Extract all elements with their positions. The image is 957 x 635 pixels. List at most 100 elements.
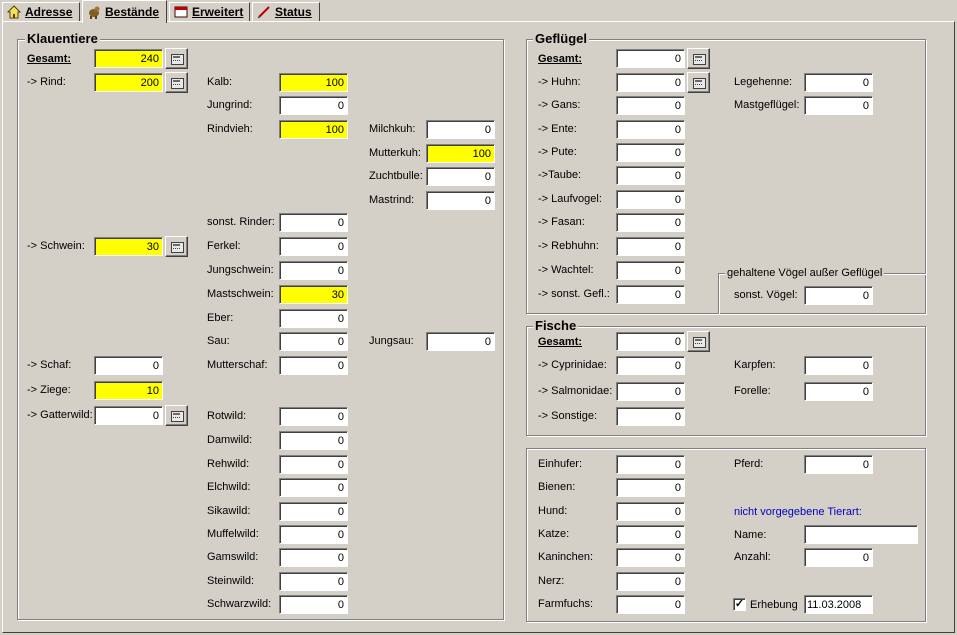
huhn-calc-button[interactable] [687, 72, 710, 93]
rind-calc-button[interactable] [165, 72, 188, 93]
tab-bestaende-label: Bestände [105, 5, 160, 19]
sonstige-item-input[interactable]: 0 [616, 455, 685, 474]
gefluegel-item-input[interactable]: 0 [616, 285, 685, 304]
schaf-input[interactable]: 0 [94, 356, 163, 375]
zuchtbulle-input[interactable]: 0 [426, 167, 495, 186]
gefluegel-item-input[interactable]: 0 [616, 237, 685, 256]
sonstige-item-input[interactable]: 0 [616, 478, 685, 497]
gefluegel-item-input[interactable]: 0 [616, 96, 685, 115]
klauentiere-title: Klauentiere [25, 31, 100, 46]
wild-input[interactable]: 0 [279, 572, 348, 591]
sonst-rinder-label: sonst. Rinder: [207, 216, 275, 228]
pferd-input[interactable]: 0 [804, 455, 873, 474]
legehenne-input[interactable]: 0 [804, 73, 873, 92]
gefluegel-item-input[interactable]: 0 [616, 213, 685, 232]
jungschwein-input[interactable]: 0 [279, 261, 348, 280]
gefluegel-item-input[interactable]: 0 [616, 190, 685, 209]
name-input[interactable] [804, 525, 918, 544]
milchkuh-input[interactable]: 0 [426, 120, 495, 139]
sonstige-item-input[interactable]: 0 [616, 525, 685, 544]
erhebung-label: Erhebung [750, 599, 798, 611]
anzahl-input[interactable]: 0 [804, 548, 873, 567]
karpfen-label: Karpfen: [734, 359, 776, 371]
wild-label: Schwarzwild: [207, 598, 272, 610]
calculator-icon [693, 78, 706, 89]
window-icon [174, 5, 188, 19]
sonstige-item-label: Hund: [538, 505, 568, 517]
mastrind-input[interactable]: 0 [426, 191, 495, 210]
klauentiere-gesamt-input[interactable]: 240 [94, 49, 163, 68]
eber-input[interactable]: 0 [279, 309, 348, 328]
schaf-label: -> Schaf: [27, 359, 72, 371]
rind-input[interactable]: 200 [94, 73, 163, 92]
sonstige-item-input[interactable]: 0 [616, 595, 685, 614]
gefluegel-item-input[interactable]: 0 [616, 261, 685, 280]
tab-erweitert-label: Erweitert [192, 5, 244, 19]
mastgefluegel-input[interactable]: 0 [804, 96, 873, 115]
forelle-input[interactable]: 0 [804, 382, 873, 401]
wild-label: Rotwild: [207, 410, 247, 422]
sonstige-item-label: Farmfuchs: [538, 598, 594, 610]
forelle-label: Forelle: [734, 385, 771, 397]
wild-input[interactable]: 0 [279, 502, 348, 521]
rindvieh-label: Rindvieh: [207, 123, 253, 135]
mastschwein-input[interactable]: 30 [279, 285, 348, 304]
jungrind-input[interactable]: 0 [279, 96, 348, 115]
fische-sonstige-input[interactable]: 0 [616, 407, 685, 426]
sonstige-item-input[interactable]: 0 [616, 548, 685, 567]
gefluegel-item-input[interactable]: 0 [616, 143, 685, 162]
erhebung-date-input[interactable]: 11.03.2008 [804, 595, 873, 614]
sonstige-item-label: Einhufer: [538, 458, 583, 470]
tab-bestaende[interactable]: Bestände [82, 0, 167, 23]
tab-erweitert[interactable]: Erweitert [169, 2, 250, 21]
jungsau-input[interactable]: 0 [426, 332, 495, 351]
mutterschaf-input[interactable]: 0 [279, 356, 348, 375]
erhebung-checkbox[interactable]: ✓ [733, 598, 746, 611]
tab-adresse[interactable]: Adresse [2, 2, 80, 21]
schwein-input[interactable]: 30 [94, 237, 163, 256]
mastgefluegel-label: Mastgeflügel: [734, 99, 800, 111]
gefluegel-item-input[interactable]: 0 [616, 120, 685, 139]
gefluegel-item-input[interactable]: 0 [616, 73, 685, 92]
wild-input[interactable]: 0 [279, 431, 348, 450]
wild-input[interactable]: 0 [279, 595, 348, 614]
fische-gesamt-input[interactable]: 0 [616, 332, 685, 351]
milchkuh-label: Milchkuh: [369, 123, 416, 135]
ziege-input[interactable]: 10 [94, 381, 163, 400]
ziege-label: -> Ziege: [27, 384, 71, 396]
sonstige-item-label: Nerz: [538, 575, 565, 587]
fische-gesamt-calc-button[interactable] [687, 331, 710, 352]
salmonidae-label: -> Salmonidae: [538, 385, 613, 397]
sonst-voegel-input[interactable]: 0 [804, 286, 873, 305]
wild-input[interactable]: 0 [279, 478, 348, 497]
sau-input[interactable]: 0 [279, 332, 348, 351]
sonstige-item-input[interactable]: 0 [616, 572, 685, 591]
ferkel-input[interactable]: 0 [279, 237, 348, 256]
gefluegel-item-label: -> Laufvogel: [538, 193, 602, 205]
klauentiere-gesamt-calc-button[interactable] [165, 48, 188, 69]
wild-input[interactable]: 0 [279, 525, 348, 544]
karpfen-input[interactable]: 0 [804, 356, 873, 375]
schwein-label: -> Schwein: [27, 240, 85, 252]
salmonidae-input[interactable]: 0 [616, 382, 685, 401]
schwein-calc-button[interactable] [165, 236, 188, 257]
sonstige-item-input[interactable]: 0 [616, 502, 685, 521]
gefluegel-gesamt-calc-button[interactable] [687, 48, 710, 69]
gefluegel-item-label: ->Taube: [538, 169, 582, 181]
rindvieh-input[interactable]: 100 [279, 120, 348, 139]
gatterwild-calc-button[interactable] [165, 405, 188, 426]
gefluegel-item-input[interactable]: 0 [616, 166, 685, 185]
kalb-input[interactable]: 100 [279, 73, 348, 92]
wild-input[interactable]: 0 [279, 407, 348, 426]
tab-status[interactable]: Status [252, 2, 320, 21]
sonst-voegel-label: sonst. Vögel: [734, 289, 798, 301]
gefluegel-gesamt-input[interactable]: 0 [616, 49, 685, 68]
voegel-title: gehaltene Vögel außer Geflügel [725, 267, 885, 279]
cyprinidae-input[interactable]: 0 [616, 356, 685, 375]
sonst-rinder-input[interactable]: 0 [279, 213, 348, 232]
gatterwild-input[interactable]: 0 [94, 406, 163, 425]
eber-label: Eber: [207, 312, 234, 324]
wild-input[interactable]: 0 [279, 548, 348, 567]
mutterkuh-input[interactable]: 100 [426, 144, 495, 163]
wild-input[interactable]: 0 [279, 455, 348, 474]
